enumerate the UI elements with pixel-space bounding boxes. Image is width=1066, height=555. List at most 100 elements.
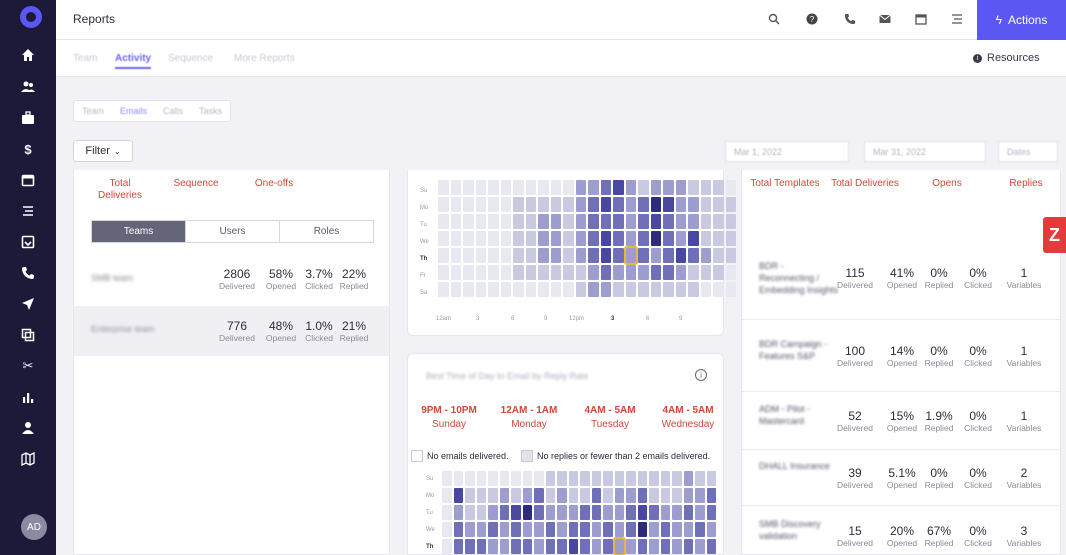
heatmap-cell[interactable]	[675, 214, 686, 229]
heatmap-cell[interactable]	[500, 265, 511, 280]
end-date-input[interactable]: Mar 31, 2022	[864, 141, 986, 162]
heatmap-cell[interactable]	[488, 471, 498, 486]
heatmap-cell[interactable]	[513, 282, 524, 297]
heatmap-cell[interactable]	[672, 488, 682, 503]
heatmap-cell[interactable]	[525, 282, 536, 297]
heatmap-cell[interactable]	[463, 231, 474, 246]
heatmap-cell[interactable]	[453, 539, 463, 554]
heatmap-cell[interactable]	[438, 214, 449, 229]
heatmap-cell[interactable]	[591, 505, 601, 520]
heatmap-cell[interactable]	[499, 488, 509, 503]
heatmap-cell[interactable]	[488, 248, 499, 263]
copy-icon[interactable]	[0, 323, 56, 347]
heatmap-cell[interactable]	[488, 522, 498, 537]
tab-team[interactable]: Team	[73, 53, 97, 64]
heatmap-cell[interactable]	[700, 231, 711, 246]
heatmap-cell[interactable]	[638, 197, 649, 212]
heatmap-cell[interactable]	[463, 214, 474, 229]
heatmap-cell[interactable]	[695, 522, 705, 537]
send-icon[interactable]	[0, 292, 56, 316]
heatmap-cell[interactable]	[453, 522, 463, 537]
heatmap-cell[interactable]	[575, 214, 586, 229]
heatmap-cell[interactable]	[513, 180, 524, 195]
heatmap-cell[interactable]	[672, 522, 682, 537]
heatmap-cell[interactable]	[525, 197, 536, 212]
heatmap-cell[interactable]	[534, 488, 544, 503]
heatmap-cell[interactable]	[663, 180, 674, 195]
people-icon[interactable]	[0, 75, 56, 99]
heatmap-cell[interactable]	[568, 505, 578, 520]
help-icon[interactable]: ?	[803, 10, 821, 28]
heatmap-cell[interactable]	[612, 537, 626, 555]
heatmap-cell[interactable]	[522, 522, 532, 537]
heatmap-cell[interactable]	[600, 231, 611, 246]
heatmap-cell[interactable]	[649, 539, 659, 554]
heatmap-cell[interactable]	[499, 471, 509, 486]
heatmap-cell[interactable]	[725, 180, 736, 195]
heatmap-cell[interactable]	[706, 522, 716, 537]
heatmap-cell[interactable]	[638, 265, 649, 280]
heatmap-cell[interactable]	[500, 180, 511, 195]
heatmap-cell[interactable]	[672, 505, 682, 520]
heatmap-cell[interactable]	[649, 505, 659, 520]
heatmap-cell[interactable]	[591, 488, 601, 503]
heatmap-cell[interactable]	[725, 197, 736, 212]
heatmap-cell[interactable]	[600, 248, 611, 263]
heatmap-cell[interactable]	[649, 471, 659, 486]
heatmap-cell[interactable]	[650, 282, 661, 297]
heatmap-cell[interactable]	[563, 197, 574, 212]
heatmap-cell[interactable]	[463, 282, 474, 297]
heatmap-cell[interactable]	[522, 471, 532, 486]
heatmap-cell[interactable]	[713, 180, 724, 195]
heatmap-cell[interactable]	[725, 265, 736, 280]
heatmap-cell[interactable]	[525, 231, 536, 246]
heatmap-cell[interactable]	[575, 265, 586, 280]
heatmap-cell[interactable]	[442, 539, 452, 554]
heatmap-cell[interactable]	[660, 471, 670, 486]
heatmap-cell[interactable]	[580, 471, 590, 486]
heatmap-cell[interactable]	[683, 539, 693, 554]
phone-icon[interactable]	[0, 261, 56, 285]
seg-calls[interactable]: Calls	[155, 101, 191, 121]
list-icon[interactable]	[0, 199, 56, 223]
heatmap-cell[interactable]	[463, 248, 474, 263]
map-icon[interactable]	[0, 447, 56, 471]
heatmap-cell[interactable]	[450, 265, 461, 280]
heatmap-cell[interactable]	[511, 488, 521, 503]
heatmap-cell[interactable]	[563, 214, 574, 229]
heatmap-cell[interactable]	[488, 214, 499, 229]
heatmap-cell[interactable]	[488, 265, 499, 280]
heatmap-cell[interactable]	[725, 248, 736, 263]
heatmap-cell[interactable]	[511, 505, 521, 520]
heatmap-cell[interactable]	[538, 180, 549, 195]
heatmap-cell[interactable]	[588, 248, 599, 263]
heatmap-cell[interactable]	[442, 522, 452, 537]
heatmap-cell[interactable]	[603, 505, 613, 520]
heatmap-cell[interactable]	[600, 282, 611, 297]
heatmap-cell[interactable]	[600, 180, 611, 195]
heatmap-cell[interactable]	[488, 231, 499, 246]
template-row[interactable]: ADM - Pilot - Mastercard 52 Delivered 15% Op…	[742, 392, 1060, 450]
heatmap-cell[interactable]	[591, 471, 601, 486]
heatmap-cell[interactable]	[700, 214, 711, 229]
heatmap-cell[interactable]	[683, 488, 693, 503]
toggle-teams[interactable]: Teams	[92, 221, 185, 242]
heatmap-cell[interactable]	[550, 180, 561, 195]
heatmap-cell[interactable]	[563, 180, 574, 195]
heatmap-cell[interactable]	[675, 282, 686, 297]
heatmap-cell[interactable]	[695, 471, 705, 486]
heatmap-cell[interactable]	[453, 488, 463, 503]
heatmap-cell[interactable]	[550, 214, 561, 229]
heatmap-cell[interactable]	[650, 265, 661, 280]
heatmap-cell[interactable]	[625, 282, 636, 297]
heatmap-cell[interactable]	[706, 505, 716, 520]
heatmap-cell[interactable]	[713, 282, 724, 297]
filter-button[interactable]: Filter ⌄	[73, 140, 133, 162]
phone-icon[interactable]	[841, 10, 859, 28]
heatmap-cell[interactable]	[613, 282, 624, 297]
heatmap-cell[interactable]	[623, 246, 638, 265]
heatmap-cell[interactable]	[672, 471, 682, 486]
heatmap-cell[interactable]	[550, 197, 561, 212]
template-row[interactable]: DHALL Insurance 39 Delivered 5.1% Opened 0% Re…	[742, 450, 1060, 506]
heatmap-cell[interactable]	[637, 505, 647, 520]
